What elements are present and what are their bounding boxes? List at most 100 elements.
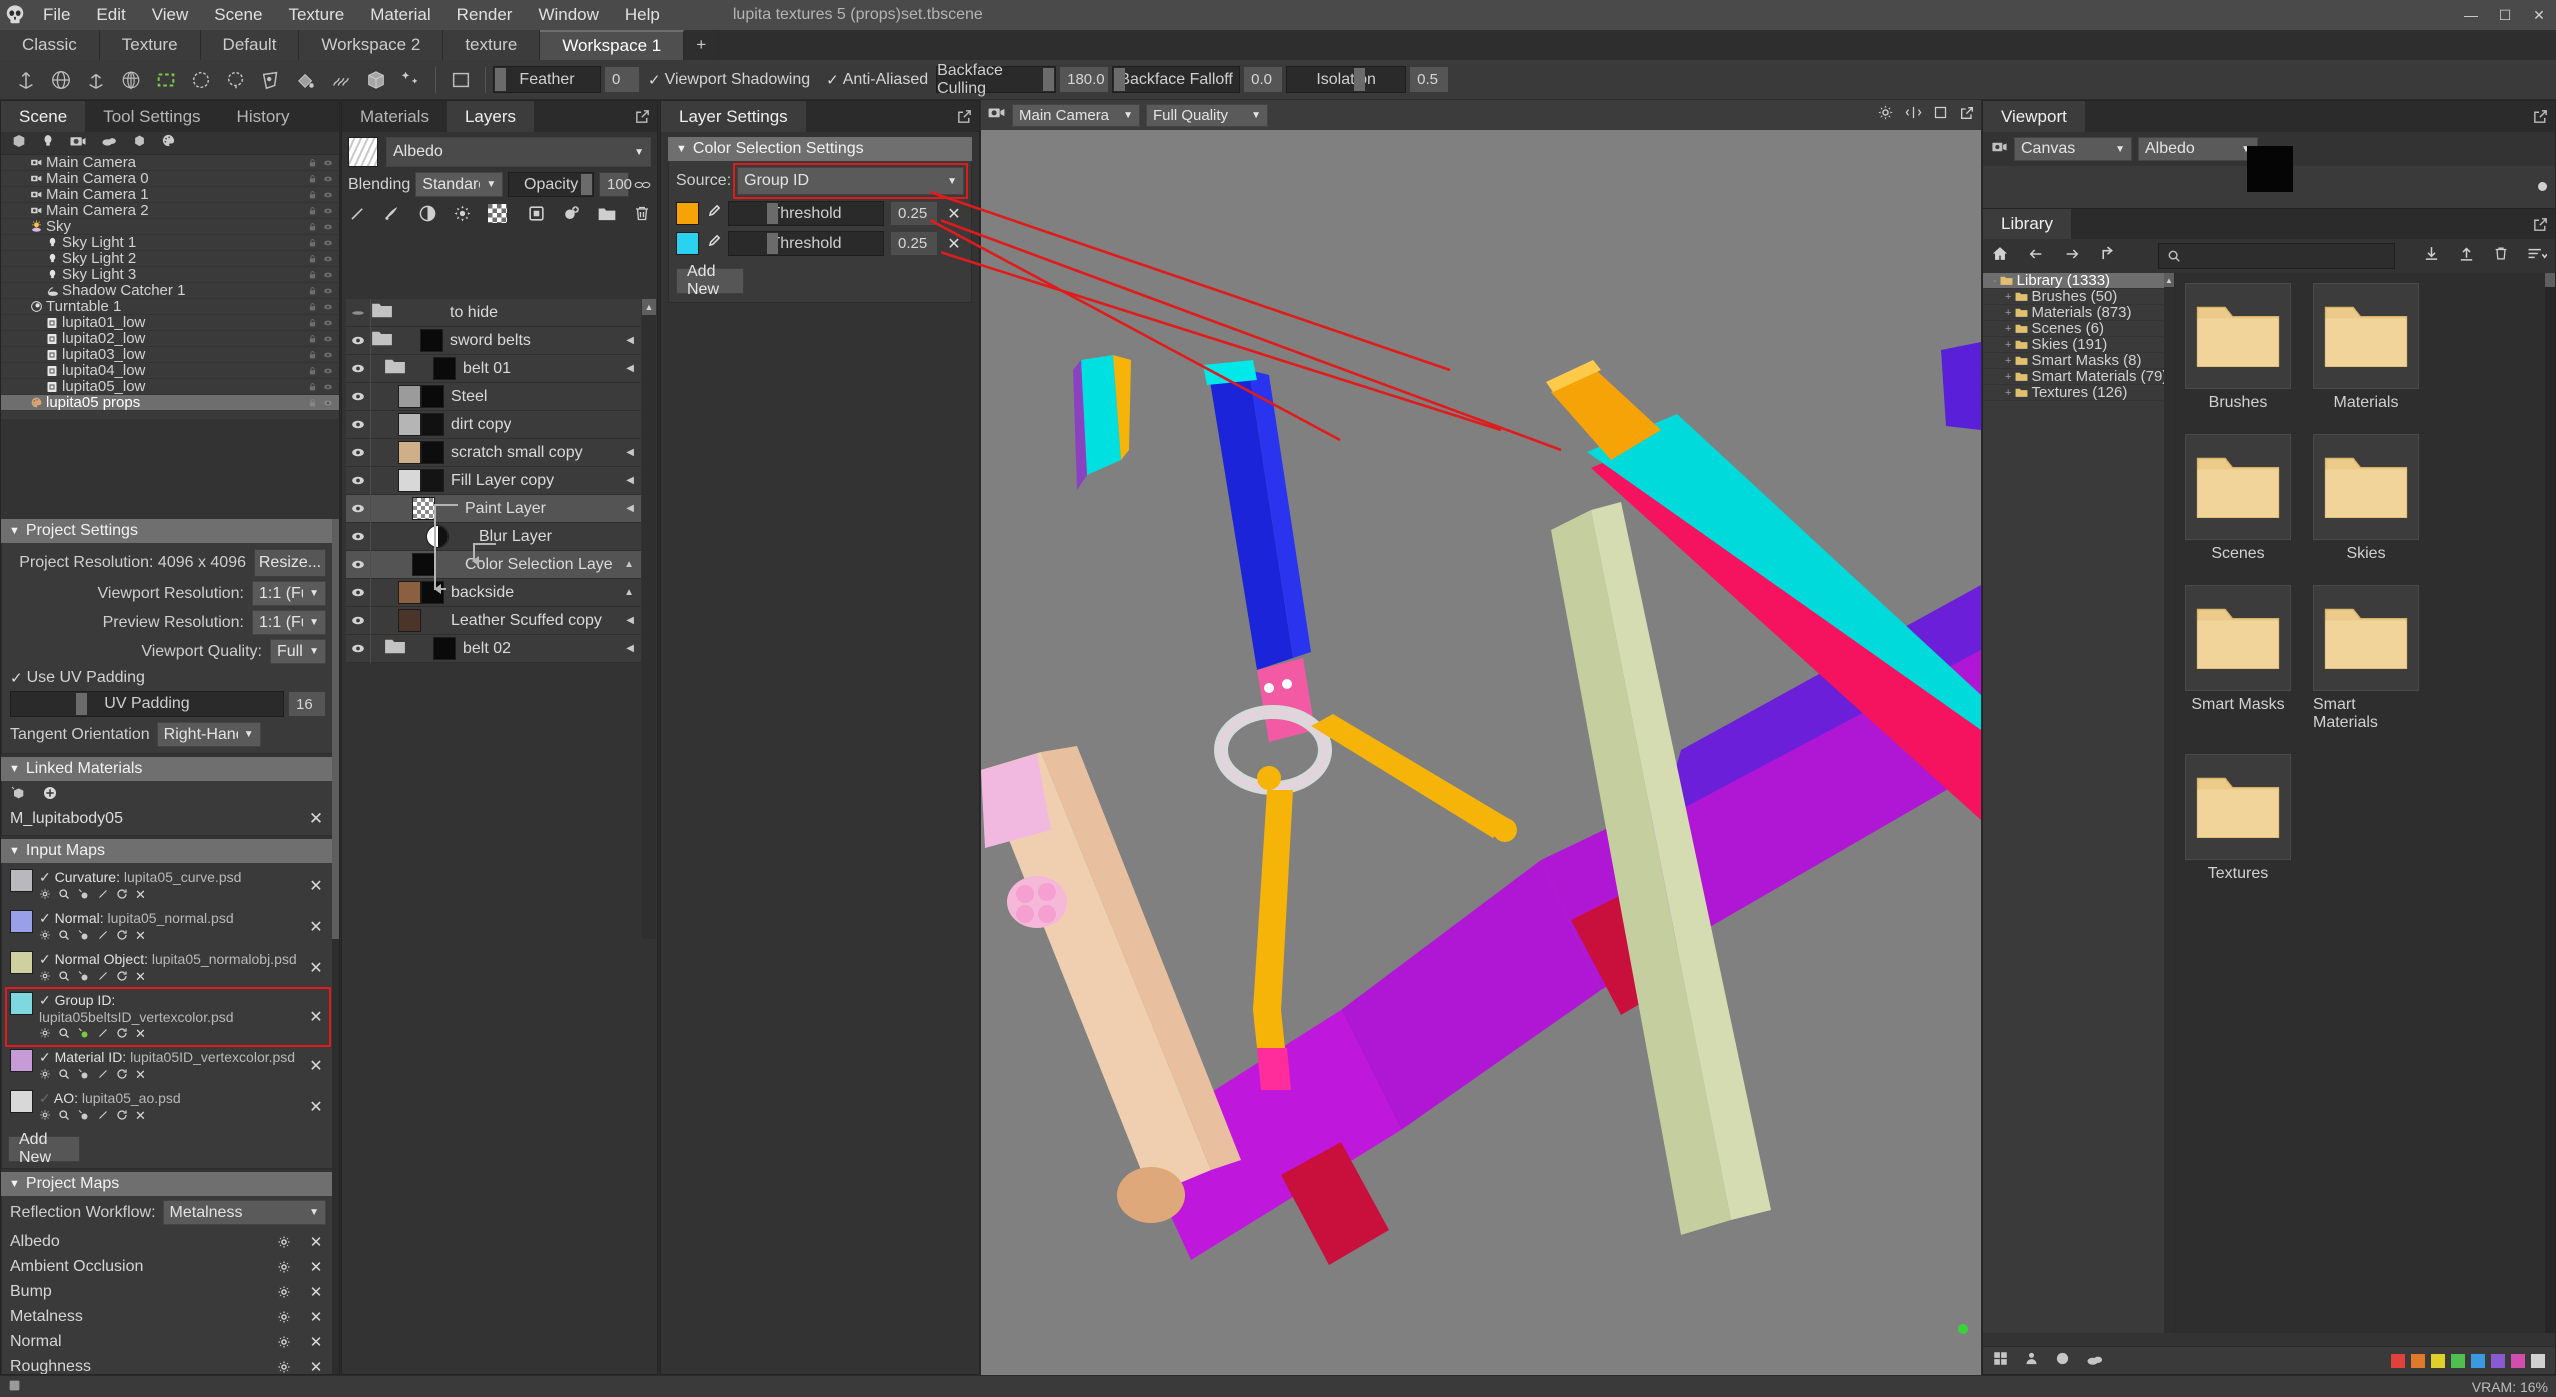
layer-row[interactable]: Steel xyxy=(346,382,641,411)
remove-input-map-icon[interactable]: ✕ xyxy=(306,1097,326,1117)
resize-button[interactable]: Resize... xyxy=(254,549,326,577)
chevron-left-icon[interactable]: ◀ xyxy=(626,475,634,486)
layer-row[interactable]: belt 02 ◀ xyxy=(346,634,641,663)
backface-culling-value[interactable]: 180.0 xyxy=(1059,66,1110,93)
chevron-left-icon[interactable]: ◀ xyxy=(626,447,634,458)
gear-icon[interactable] xyxy=(39,1068,51,1083)
pick-icon[interactable] xyxy=(77,888,90,903)
channel-selector[interactable]: Albedo ▼ xyxy=(342,132,657,172)
mesh-icon[interactable] xyxy=(132,133,147,153)
workspace-tab-texture-2[interactable]: texture xyxy=(443,30,541,60)
remove-color-entry-icon[interactable]: ✕ xyxy=(944,234,964,254)
gear-icon[interactable] xyxy=(274,1258,294,1276)
pick-icon[interactable] xyxy=(77,1068,90,1083)
isolation-value[interactable]: 0.5 xyxy=(1409,66,1450,93)
split-view-icon[interactable] xyxy=(1905,104,1922,126)
clear-icon[interactable]: ✕ xyxy=(135,969,146,985)
input-maps-add-new-button[interactable]: Add New xyxy=(8,1131,80,1166)
expand-icon[interactable]: + xyxy=(2005,291,2011,303)
menu-item-render[interactable]: Render xyxy=(444,0,526,30)
library-tree-item[interactable]: + Brushes (50) xyxy=(1983,288,2174,305)
layers-scrollbar[interactable]: ▲ xyxy=(642,299,656,939)
project-map-row[interactable]: Metalness ✕ xyxy=(10,1304,326,1329)
magic-wand-icon[interactable] xyxy=(395,64,426,95)
input-map-row[interactable]: ✓ Normal: lupita05_normal.psd ✕ ✕ xyxy=(8,908,328,946)
add-material-icon[interactable] xyxy=(42,785,58,806)
scene-tree-item[interactable]: Shadow Catcher 1 xyxy=(1,282,339,299)
brush-icon[interactable] xyxy=(348,204,367,228)
gear-icon[interactable] xyxy=(274,1283,294,1301)
scene-tree-item[interactable]: Turntable 1 xyxy=(1,298,339,315)
layer-row[interactable]: dirt copy xyxy=(346,410,641,439)
color-swatch[interactable] xyxy=(676,202,699,225)
pick-material-icon[interactable] xyxy=(10,785,26,806)
scene-tree-item[interactable]: Sky Light 3 xyxy=(1,266,339,283)
backface-culling-slider[interactable]: Backface Culling xyxy=(936,62,1057,97)
scene-tree[interactable]: Main Camera Main Camera 0 Main Camera 1 Mai… xyxy=(1,154,339,419)
isolation-slider[interactable]: Isolation xyxy=(1286,66,1407,93)
workspace-tab-workspace-2[interactable]: Workspace 2 xyxy=(299,30,444,60)
scene-tree-item[interactable]: lupita02_low xyxy=(1,330,339,347)
menu-item-help[interactable]: Help xyxy=(612,0,673,30)
edit-icon[interactable] xyxy=(97,929,109,944)
clear-icon[interactable]: ✕ xyxy=(135,1108,146,1124)
viewport-quality-select[interactable]: Full Quality ▼ xyxy=(1146,103,1268,127)
person-icon[interactable] xyxy=(2024,1351,2039,1371)
folder-icon[interactable] xyxy=(597,205,617,227)
source-select[interactable]: Group ID ▼ xyxy=(733,163,968,199)
add-layer-icon[interactable] xyxy=(562,204,581,228)
linked-materials-header[interactable]: ▼ Linked Materials xyxy=(1,757,335,781)
layer-row[interactable]: belt 01 ◀ xyxy=(346,354,641,383)
workspace-tab-workspace-1[interactable]: Workspace 1 xyxy=(540,30,685,60)
scene-tree-item[interactable]: lupita05_low xyxy=(1,378,339,395)
color-selection-entry[interactable]: Threshold 0.25 ✕ xyxy=(676,201,964,226)
transform-tool-icon[interactable] xyxy=(115,64,146,95)
uv-padding-slider[interactable]: UV Padding xyxy=(10,691,284,717)
search-icon[interactable] xyxy=(58,929,70,944)
color-selection-settings-header[interactable]: ▼ Color Selection Settings xyxy=(668,137,972,161)
anti-aliased-checkbox[interactable]: ✓ Anti-Aliased xyxy=(826,71,928,89)
color-swatch[interactable] xyxy=(2411,1353,2425,1368)
polygon-select-icon[interactable] xyxy=(255,64,286,95)
project-maps-header[interactable]: ▼ Project Maps xyxy=(1,1172,335,1196)
menu-item-file[interactable]: File xyxy=(30,0,83,30)
popout-icon[interactable] xyxy=(2532,216,2549,233)
color-swatch[interactable] xyxy=(2391,1353,2405,1368)
opacity-value[interactable]: 100 xyxy=(599,172,632,197)
project-settings-header[interactable]: ▼ Project Settings xyxy=(1,519,335,543)
expand-icon[interactable]: - xyxy=(1993,275,1997,287)
color-swatch[interactable] xyxy=(2511,1353,2525,1368)
square-icon[interactable] xyxy=(1933,105,1948,125)
use-uv-padding-checkbox[interactable]: ✓ Use UV Padding xyxy=(10,669,326,687)
layer-row[interactable]: Blur Layer xyxy=(346,522,641,551)
back-icon[interactable] xyxy=(2027,246,2045,267)
remove-project-map-icon[interactable]: ✕ xyxy=(306,1333,326,1351)
remove-project-map-icon[interactable]: ✕ xyxy=(306,1233,326,1251)
color-swatch[interactable] xyxy=(676,232,699,255)
library-grid-scrollbar[interactable] xyxy=(2545,273,2555,1333)
edit-icon[interactable] xyxy=(97,888,109,903)
library-tree-item[interactable]: + Smart Materials (79) xyxy=(1983,368,2174,385)
project-map-row[interactable]: Roughness ✕ xyxy=(10,1354,326,1375)
remove-input-map-icon[interactable]: ✕ xyxy=(306,1007,326,1027)
reload-icon[interactable] xyxy=(116,1068,128,1083)
material-icon[interactable] xyxy=(161,133,176,153)
layer-row[interactable]: Fill Layer copy ◀ xyxy=(346,466,641,495)
input-map-row[interactable]: ✓ Group ID: lupita05beltsID_vertexcolor.… xyxy=(5,987,331,1047)
forward-icon[interactable] xyxy=(2063,246,2081,267)
pick-icon[interactable] xyxy=(77,929,90,944)
scene-tree-item[interactable]: Sky Light 2 xyxy=(1,250,339,267)
input-map-row[interactable]: ✓ Curvature: lupita05_curve.psd ✕ ✕ xyxy=(8,867,328,905)
project-map-row[interactable]: Ambient Occlusion ✕ xyxy=(10,1254,326,1279)
opacity-slider[interactable]: Opacity xyxy=(508,172,594,197)
expand-icon[interactable]: + xyxy=(2005,371,2011,383)
library-card[interactable]: Smart Materials xyxy=(2313,585,2419,732)
color-swatch[interactable] xyxy=(2531,1353,2545,1368)
minimize-button[interactable]: — xyxy=(2454,0,2488,30)
box-icon[interactable] xyxy=(360,64,391,95)
library-search-input[interactable] xyxy=(2158,243,2395,269)
gear-icon[interactable] xyxy=(39,888,51,903)
library-grid[interactable]: Brushes Materials Scenes Skies Smart Masks Sm… xyxy=(2175,273,2555,1333)
remove-input-map-icon[interactable]: ✕ xyxy=(306,876,326,896)
remove-project-map-icon[interactable]: ✕ xyxy=(306,1258,326,1276)
